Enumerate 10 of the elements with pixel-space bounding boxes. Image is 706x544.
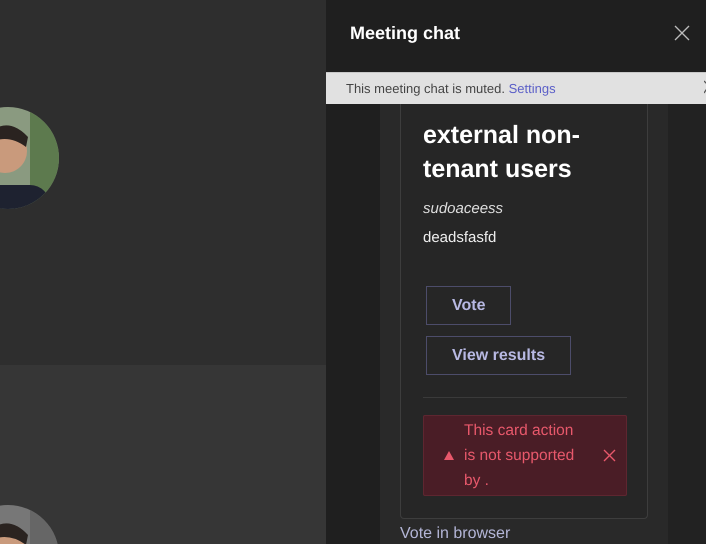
vote-in-browser-link[interactable]: Vote in browser — [400, 525, 648, 543]
action-button[interactable]: View results — [426, 336, 572, 375]
poll-title: external non-tenant users — [423, 120, 581, 185]
action-button[interactable]: Vote — [426, 286, 512, 325]
error-text: This card action is not supported by . — [464, 421, 576, 491]
settings-link[interactable]: Settings — [508, 81, 556, 96]
poll-text: deadsfasfd — [423, 229, 498, 246]
panel-title: Meeting chat — [350, 22, 460, 44]
author-name: sudoaceess — [423, 200, 504, 217]
banner-text: This meeting chat is muted. Settings — [346, 81, 556, 96]
